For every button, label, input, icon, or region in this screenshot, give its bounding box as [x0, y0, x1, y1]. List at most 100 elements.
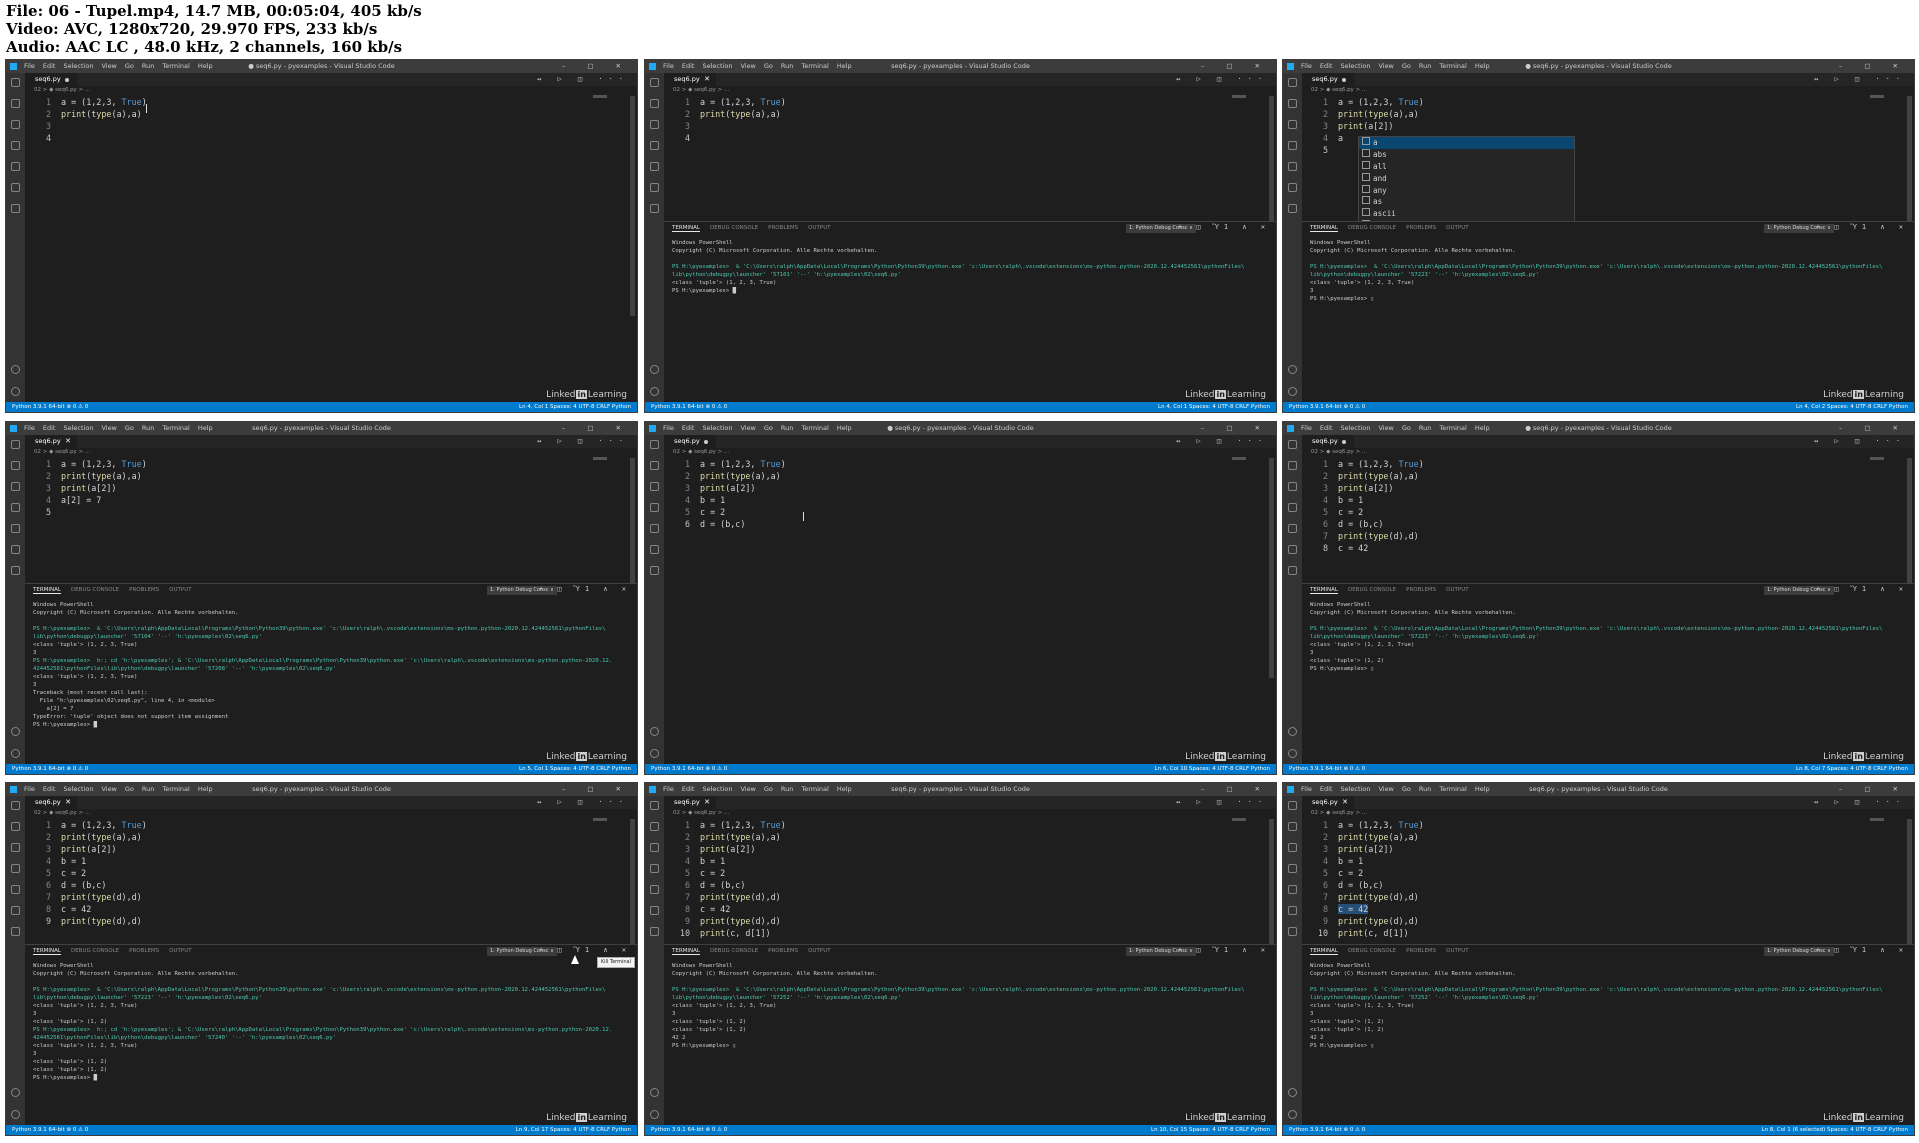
panel-tab-output[interactable]: OUTPUT [169, 587, 191, 593]
breadcrumb[interactable]: 02 > ◆ seq6.py > ... [34, 449, 90, 455]
remote-icon[interactable] [650, 183, 659, 192]
panel-tab-debug-console[interactable]: DEBUG CONSOLE [71, 587, 119, 593]
remote-icon[interactable] [1288, 183, 1297, 192]
extensions-icon[interactable] [11, 162, 20, 171]
test-icon[interactable] [1288, 566, 1297, 575]
breadcrumb[interactable]: 02 > ◆ seq6.py > ... [673, 810, 729, 816]
panel-tab-problems[interactable]: PROBLEMS [1406, 225, 1436, 231]
search-icon[interactable] [1288, 461, 1297, 470]
remote-icon[interactable] [11, 545, 20, 554]
panel-tab-terminal[interactable]: TERMINAL [1310, 587, 1338, 594]
suggestion-item[interactable]: as [1359, 196, 1574, 208]
minimap[interactable] [593, 95, 607, 98]
close-tab-icon[interactable]: ✕ [65, 435, 71, 448]
terminal-output[interactable]: Windows PowerShell Copyright (C) Microsof… [1310, 601, 1910, 673]
tab-seq6-py[interactable]: seq6.py ✕ [664, 73, 716, 86]
explorer-icon[interactable] [650, 78, 659, 87]
gear-icon[interactable] [650, 749, 659, 758]
panel-tab-terminal[interactable]: TERMINAL [33, 587, 61, 594]
status-right[interactable]: Ln 8, Col 7 Spaces: 4 UTF-8 CRLF Python [1796, 764, 1908, 774]
panel-actions[interactable]: + ◫ Ὕ1 ∧ ✕ [539, 946, 631, 954]
run-debug-icon[interactable] [650, 141, 659, 150]
source-control-icon[interactable] [650, 482, 659, 491]
panel-tab-terminal[interactable]: TERMINAL [33, 948, 61, 955]
explorer-icon[interactable] [1288, 440, 1297, 449]
status-right[interactable]: Ln 5, Col 1 Spaces: 4 UTF-8 CRLF Python [519, 764, 631, 774]
close-tab-icon[interactable]: ✕ [704, 73, 710, 86]
minimap[interactable] [1232, 818, 1246, 821]
panel-actions[interactable]: + ◫ Ὕ1 ∧ ✕ [1178, 946, 1270, 954]
extensions-icon[interactable] [650, 524, 659, 533]
editor-actions[interactable]: ↔ ▷ ◫ ··· [537, 73, 629, 86]
terminal-output[interactable]: Windows PowerShell Copyright (C) Microsof… [1310, 962, 1910, 1050]
source-control-icon[interactable] [1288, 482, 1297, 491]
test-icon[interactable] [11, 566, 20, 575]
gear-icon[interactable] [11, 387, 20, 396]
suggestion-item[interactable]: a [1359, 137, 1574, 149]
breadcrumb[interactable]: 02 > ◆ seq6.py > ... [34, 810, 90, 816]
account-icon[interactable] [11, 1088, 20, 1097]
run-debug-icon[interactable] [1288, 864, 1297, 873]
window-controls[interactable]: – □ ✕ [562, 60, 631, 73]
gear-icon[interactable] [1288, 1110, 1297, 1119]
remote-icon[interactable] [1288, 906, 1297, 915]
suggestion-item[interactable]: and [1359, 172, 1574, 185]
test-icon[interactable] [1288, 927, 1297, 936]
window-controls[interactable]: – □ ✕ [562, 422, 631, 435]
panel-actions[interactable]: + ◫ Ὕ1 ∧ ✕ [1816, 223, 1908, 231]
editor-scrollbar[interactable] [630, 819, 635, 945]
remote-icon[interactable] [11, 906, 20, 915]
extensions-icon[interactable] [650, 885, 659, 894]
source-control-icon[interactable] [11, 843, 20, 852]
panel-tab-problems[interactable]: PROBLEMS [1406, 948, 1436, 954]
gear-icon[interactable] [650, 387, 659, 396]
status-left[interactable]: Python 3.9.1 64-bit ⊗ 0 ⚠ 0 [12, 1125, 88, 1135]
panel-tab-terminal[interactable]: TERMINAL [1310, 948, 1338, 955]
panel-tab-output[interactable]: OUTPUT [808, 225, 830, 231]
minimap[interactable] [1870, 457, 1884, 460]
terminal-output[interactable]: Windows PowerShell Copyright (C) Microsof… [33, 601, 633, 729]
editor-scrollbar[interactable] [1907, 96, 1912, 222]
test-icon[interactable] [650, 204, 659, 213]
editor-actions[interactable]: ↔ ▷ ◫ ··· [1176, 73, 1268, 86]
window-controls[interactable]: – □ ✕ [1201, 60, 1270, 73]
editor-scrollbar[interactable] [630, 458, 635, 584]
tab-seq6-py[interactable]: seq6.py [1302, 73, 1354, 86]
editor-scrollbar[interactable] [1269, 819, 1274, 945]
suggestion-item[interactable]: any [1359, 184, 1574, 197]
tab-seq6-py[interactable]: seq6.py ✕ [25, 435, 77, 448]
status-right[interactable]: Ln 9, Col 17 Spaces: 4 UTF-8 CRLF Python [516, 1125, 631, 1135]
explorer-icon[interactable] [1288, 801, 1297, 810]
panel-tab-terminal[interactable]: TERMINAL [672, 225, 700, 232]
explorer-icon[interactable] [11, 78, 20, 87]
search-icon[interactable] [1288, 822, 1297, 831]
account-icon[interactable] [11, 365, 20, 374]
breadcrumb[interactable]: 02 > ◆ seq6.py > ... [673, 87, 729, 93]
minimap[interactable] [593, 457, 607, 460]
tab-seq6-py[interactable]: seq6.py [1302, 435, 1354, 448]
suggestion-item[interactable]: ascii [1359, 208, 1574, 220]
panel-tab-output[interactable]: OUTPUT [808, 948, 830, 954]
terminal-output[interactable]: Windows PowerShell Copyright (C) Microsof… [33, 962, 633, 1082]
minimap[interactable] [1870, 95, 1884, 98]
breadcrumb[interactable]: 02 > ◆ seq6.py > ... [34, 87, 90, 93]
account-icon[interactable] [650, 727, 659, 736]
editor-actions[interactable]: ↔ ▷ ◫ ··· [1814, 73, 1906, 86]
account-icon[interactable] [1288, 727, 1297, 736]
explorer-icon[interactable] [11, 440, 20, 449]
account-icon[interactable] [1288, 1088, 1297, 1097]
minimap[interactable] [593, 818, 607, 821]
remote-icon[interactable] [1288, 545, 1297, 554]
panel-tab-debug-console[interactable]: DEBUG CONSOLE [71, 948, 119, 954]
extensions-icon[interactable] [1288, 524, 1297, 533]
panel-tab-debug-console[interactable]: DEBUG CONSOLE [710, 948, 758, 954]
status-left[interactable]: Python 3.9.1 64-bit ⊗ 0 ⚠ 0 [1289, 1125, 1365, 1135]
editor-scrollbar[interactable] [1907, 458, 1912, 584]
editor-actions[interactable]: ↔ ▷ ◫ ··· [537, 435, 629, 448]
window-controls[interactable]: – □ ✕ [1201, 783, 1270, 796]
explorer-icon[interactable] [1288, 78, 1297, 87]
run-debug-icon[interactable] [650, 864, 659, 873]
run-debug-icon[interactable] [11, 141, 20, 150]
panel-tab-output[interactable]: OUTPUT [1446, 948, 1468, 954]
status-left[interactable]: Python 3.9.1 64-bit ⊗ 0 ⚠ 0 [651, 402, 727, 412]
